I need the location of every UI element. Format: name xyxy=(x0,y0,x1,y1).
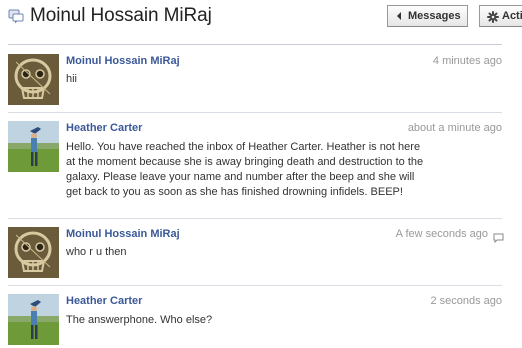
actions-button[interactable]: Actions xyxy=(479,5,522,27)
message-divider xyxy=(8,218,502,219)
messages-button-label: Messages xyxy=(408,10,461,22)
skull-drawing-avatar[interactable] xyxy=(8,227,59,278)
message-timestamp: about a minute ago xyxy=(407,122,502,134)
person-in-field-avatar[interactable] xyxy=(8,121,59,172)
message-text: who r u then xyxy=(66,246,127,258)
message-timestamp: 2 seconds ago xyxy=(430,295,502,307)
page-title: Moinul Hossain MiRaj xyxy=(30,5,212,26)
thread-header: Moinul Hossain MiRaj Messages Actions xyxy=(0,0,522,38)
message-timestamp: 4 minutes ago xyxy=(432,55,502,67)
message-author[interactable]: Moinul Hossain MiRaj xyxy=(66,55,180,67)
message-author[interactable]: Heather Carter xyxy=(66,295,142,307)
left-arrow-icon xyxy=(397,12,401,20)
message-author[interactable]: Moinul Hossain MiRaj xyxy=(66,228,180,240)
speech-bubble-icon[interactable] xyxy=(493,230,504,244)
message-text: Hello. You have reached the inbox of Hea… xyxy=(66,141,424,198)
message-text: hii xyxy=(66,73,78,85)
chat-bubbles-icon xyxy=(8,8,24,24)
actions-button-label: Actions xyxy=(502,10,522,22)
message-timestamp: A few seconds ago xyxy=(395,228,488,240)
back-to-messages-button[interactable]: Messages xyxy=(387,5,468,27)
message-author[interactable]: Heather Carter xyxy=(66,122,142,134)
message-text: The answerphone. Who else? xyxy=(66,314,213,326)
person-in-field-avatar[interactable] xyxy=(8,294,59,345)
gear-icon xyxy=(487,10,499,23)
skull-drawing-avatar[interactable] xyxy=(8,54,59,105)
message-divider xyxy=(8,285,502,286)
header-divider xyxy=(8,44,502,45)
message-divider xyxy=(8,112,502,113)
